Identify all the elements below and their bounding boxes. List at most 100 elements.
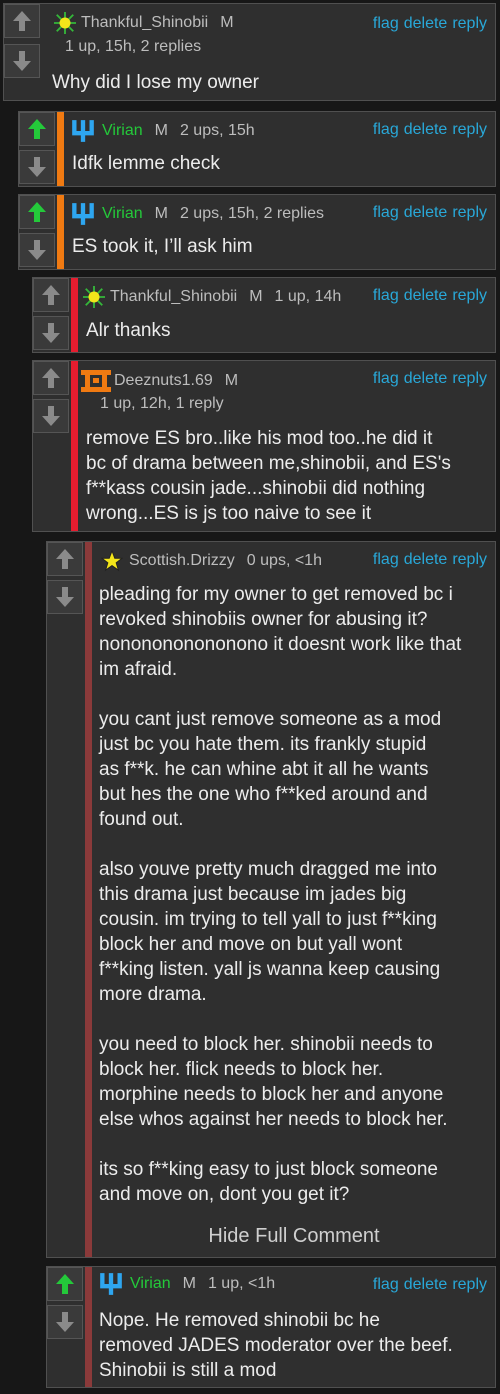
thread-depth-bar [57,112,64,186]
comment-actions: flag delete reply [368,287,487,305]
comment: Deeznuts1.69 M 1 up, 12h, 1 reply flag de… [32,360,496,532]
reply-link[interactable]: reply [452,551,487,568]
hide-full-comment-button[interactable]: Hide Full Comment [93,1225,495,1248]
up-arrow-icon [13,11,31,31]
comment: Virian M 2 ups, 15h, 2 replies flag delet… [18,194,496,270]
sun-avatar-icon[interactable] [54,12,76,34]
username[interactable]: Thankful_Shinobii [81,14,208,32]
upvote-button[interactable] [33,278,69,312]
comment-actions: flag delete reply [368,1276,487,1294]
down-arrow-icon [42,406,60,426]
comment-meta: 2 ups, 15h [179,122,255,139]
delete-link[interactable]: delete [404,551,448,568]
comment: Thankful_Shinobii M 1 up, 14h flag delete… [32,277,496,353]
up-arrow-icon [42,368,60,388]
gender-label: M [249,288,263,305]
thread-depth-bar [71,278,78,352]
comment: Virian M 1 up, <1h flag delete reply Nope.… [46,1266,496,1388]
down-arrow-icon [56,1312,74,1332]
gender-label: M [220,14,234,31]
comment-meta: 0 ups, <1h [246,552,322,569]
username[interactable]: Virian [102,205,143,223]
flag-link[interactable]: flag [373,370,399,387]
down-arrow-icon [28,240,46,260]
comment-actions: flag delete reply [368,121,487,139]
virian-avatar-icon[interactable] [69,118,97,144]
upvote-button[interactable] [4,4,40,38]
upvote-button[interactable] [47,1267,83,1301]
comment-actions: flag delete reply [368,370,487,388]
comment-header: Virian M 2 ups, 15h [69,118,255,144]
reply-link[interactable]: reply [452,15,487,32]
comment-body: ES took it, I’ll ask him [72,236,253,257]
comment-body: pleading for my owner to get removed bc … [99,584,462,1205]
up-arrow-icon [28,119,46,139]
comment-meta: 1 up, 15h, 2 replies [65,38,202,55]
delete-link[interactable]: delete [404,204,448,221]
delete-link[interactable]: delete [404,15,448,32]
flag-link[interactable]: flag [373,1276,399,1293]
comment-meta: 2 ups, 15h, 2 replies [179,205,325,222]
upvote-button[interactable] [47,542,83,576]
down-arrow-icon [42,323,60,343]
reply-link[interactable]: reply [452,1276,487,1293]
virian-avatar-icon[interactable] [69,201,97,227]
comment-body: remove ES bro..like his mod too..he did … [86,428,451,524]
upvote-button[interactable] [19,195,55,229]
flag-link[interactable]: flag [373,15,399,32]
thread-depth-bar [57,195,64,269]
downvote-button[interactable] [47,580,83,614]
virian-avatar-icon[interactable] [97,1271,125,1297]
comment: Thankful_Shinobii M 1 up, 15h, 2 replies… [3,3,496,101]
delete-link[interactable]: delete [404,287,448,304]
sun-avatar-icon[interactable] [83,286,105,308]
flag-link[interactable]: flag [373,287,399,304]
thread-depth-bar [71,361,78,531]
comment: Scottish.Drizzy 0 ups, <1h flag delete rep… [46,541,496,1258]
comment: Virian M 2 ups, 15h flag delete reply Idfk… [18,111,496,187]
reply-link[interactable]: reply [452,370,487,387]
username[interactable]: Deeznuts1.69 [114,372,213,390]
down-arrow-icon [56,587,74,607]
upvote-button[interactable] [19,112,55,146]
deeznuts-avatar-icon[interactable] [81,368,111,394]
down-arrow-icon [13,51,31,71]
delete-link[interactable]: delete [404,121,448,138]
comment-meta: 1 up, 14h [274,288,342,305]
comment-header: Scottish.Drizzy 0 ups, <1h [101,550,322,572]
downvote-button[interactable] [4,44,40,78]
comment-body: Idfk lemme check [72,153,220,174]
flag-link[interactable]: flag [373,204,399,221]
comment-body: Why did I lose my owner [52,72,259,93]
comment-meta: 1 up, 12h, 1 reply [100,395,224,412]
delete-link[interactable]: delete [404,370,448,387]
gender-label: M [224,372,239,389]
username[interactable]: Virian [130,1275,171,1293]
username[interactable]: Virian [102,122,143,140]
reply-link[interactable]: reply [452,204,487,221]
downvote-button[interactable] [33,399,69,433]
downvote-button[interactable] [47,1305,83,1339]
username[interactable]: Thankful_Shinobii [110,288,237,306]
thread-depth-bar [85,542,92,1257]
comment-actions: flag delete reply [368,204,487,222]
gender-label: M [154,205,168,222]
flag-link[interactable]: flag [373,121,399,138]
delete-link[interactable]: delete [404,1276,448,1293]
username[interactable]: Scottish.Drizzy [129,552,235,570]
comment-header: Thankful_Shinobii M [54,12,234,34]
reply-link[interactable]: reply [452,287,487,304]
downvote-button[interactable] [19,150,55,184]
flag-link[interactable]: flag [373,551,399,568]
downvote-button[interactable] [33,316,69,350]
down-arrow-icon [28,157,46,177]
reply-link[interactable]: reply [452,121,487,138]
thread-depth-bar [85,1267,92,1387]
downvote-button[interactable] [19,233,55,267]
star-avatar-icon[interactable] [101,550,123,572]
gender-label: M [154,122,168,139]
comment-header: Virian M 1 up, <1h [97,1271,275,1297]
comment-header: Thankful_Shinobii M 1 up, 14h [83,286,341,308]
upvote-button[interactable] [33,361,69,395]
comment-header: Deeznuts1.69 M [81,368,238,394]
